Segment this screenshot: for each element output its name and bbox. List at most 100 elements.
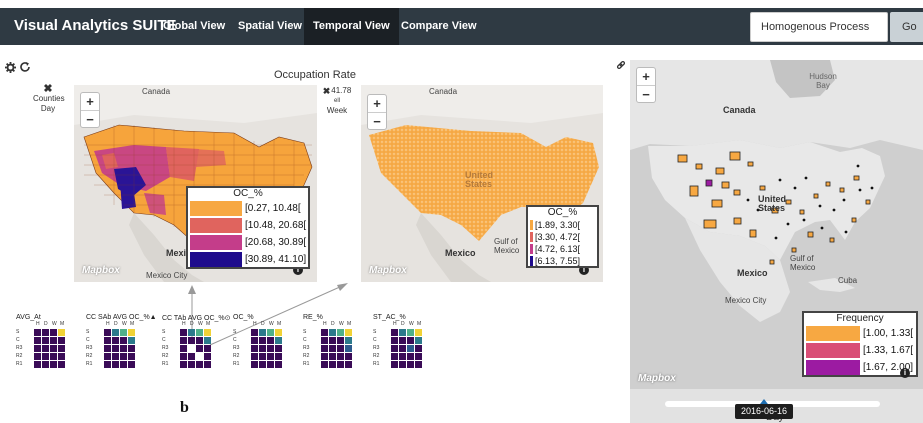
small-multiple-cell — [399, 337, 406, 344]
small-multiple-col-label: W — [198, 321, 203, 327]
small-multiple-col-label: H — [106, 321, 110, 327]
small-multiple-cell — [321, 361, 328, 368]
small-multiple-cell — [415, 353, 422, 360]
small-multiple-cell — [42, 361, 49, 368]
small-multiple-row-label: C — [373, 337, 377, 343]
small-multiple-col-label: D — [190, 321, 194, 327]
small-multiple-row-label: R3 — [16, 345, 23, 351]
zoom-in-button[interactable]: + — [637, 68, 655, 85]
small-multiple-cell — [34, 329, 41, 336]
small-multiple-cell — [267, 353, 274, 360]
small-multiple-cell — [259, 337, 266, 344]
small-multiple-col-label: D — [44, 321, 48, 327]
small-multiple-cell — [42, 329, 49, 336]
small-multiple-row-label: R2 — [303, 353, 310, 359]
small-multiple-cell — [415, 361, 422, 368]
small-multiple-row-label: C — [16, 337, 20, 343]
small-multiple-col-label: W — [269, 321, 274, 327]
small-multiple-cell — [128, 329, 135, 336]
small-multiple-cell — [128, 337, 135, 344]
small-multiple-cell — [180, 353, 187, 360]
small-multiple-row-label: S — [16, 329, 20, 335]
small-multiple-cell — [204, 353, 211, 360]
small-multiple-cell — [251, 329, 258, 336]
small-multiple-row-label: S — [162, 329, 166, 335]
small-multiple-col-label: W — [52, 321, 57, 327]
small-multiple-cell — [275, 345, 282, 352]
small-multiple-cell — [407, 337, 414, 344]
legend-title: Frequency — [836, 313, 884, 324]
small-multiple-label: CC SAb AVG OC_%▲ — [86, 314, 157, 321]
legend-item: [1.00, 1.33[ — [804, 325, 916, 342]
small-multiple-cell — [104, 353, 111, 360]
small-multiple-row-label: R2 — [233, 353, 240, 359]
small-multiple-cell — [345, 337, 352, 344]
legend-item: [1.33, 1.67[ — [804, 342, 916, 359]
small-multiple-row-label: R3 — [233, 345, 240, 351]
small-multiple-cell — [407, 353, 414, 360]
small-multiple-row-label: R1 — [162, 361, 169, 367]
small-multiple-cell — [128, 361, 135, 368]
small-multiple-row-label: C — [303, 337, 307, 343]
small-multiple-cell — [267, 361, 274, 368]
small-multiple-col-label: M — [130, 321, 135, 327]
small-multiple-cell — [259, 361, 266, 368]
small-multiple-cell — [337, 345, 344, 352]
small-multiple-label: RE_% — [303, 314, 323, 321]
small-multiple-col-label: W — [339, 321, 344, 327]
small-multiple-label: CC TAb AVG OC_%⊙ — [162, 315, 231, 322]
small-multiple-cell — [391, 353, 398, 360]
small-multiple-cell — [180, 329, 187, 336]
small-multiple-cell — [58, 361, 65, 368]
mapbox-logo: Mapbox — [638, 373, 676, 384]
small-multiple-row-label: R2 — [86, 353, 93, 359]
small-multiple-col-label: H — [393, 321, 397, 327]
small-multiple-cell — [407, 361, 414, 368]
small-multiple-col-label: H — [253, 321, 257, 327]
small-multiple-cell — [188, 353, 195, 360]
small-multiple-cell — [104, 345, 111, 352]
small-multiple-cell — [42, 345, 49, 352]
small-multiple-cell — [58, 329, 65, 336]
small-multiple-cell — [196, 329, 203, 336]
legend-swatch — [806, 360, 860, 375]
zoom-control: + − — [636, 67, 656, 103]
small-multiple-cell — [259, 329, 266, 336]
small-multiple-cell — [391, 337, 398, 344]
small-multiple-cell — [275, 329, 282, 336]
timeline-date-tooltip: 2016-06-16 — [735, 404, 793, 419]
small-multiple-cell — [34, 361, 41, 368]
small-multiple-cell — [120, 361, 127, 368]
small-multiple-cell — [329, 337, 336, 344]
small-multiple-col-label: H — [182, 321, 186, 327]
small-multiple-row-label: S — [233, 329, 237, 335]
small-multiple-cell — [399, 361, 406, 368]
small-multiple-row-label: S — [373, 329, 377, 335]
small-multiple-cell — [188, 361, 195, 368]
small-multiple-cell — [50, 329, 57, 336]
small-multiple-cell — [275, 361, 282, 368]
small-multiple-cell — [42, 353, 49, 360]
small-multiple-cell — [34, 337, 41, 344]
small-multiple-cell — [329, 345, 336, 352]
small-multiple-cell — [204, 329, 211, 336]
info-icon[interactable]: i — [900, 368, 910, 378]
small-multiple-cell — [251, 353, 258, 360]
annotation-b: b — [180, 399, 189, 416]
small-multiple-cell — [407, 329, 414, 336]
place-label-mexico: Mexico — [737, 268, 768, 278]
small-multiple-cell — [58, 353, 65, 360]
small-multiple-row-label: C — [86, 337, 90, 343]
small-multiple-row-label: R3 — [162, 345, 169, 351]
place-label-hudson-bay: Hudson Bay — [809, 72, 837, 90]
small-multiple-col-label: D — [114, 321, 118, 327]
place-label-canada: Canada — [723, 105, 756, 115]
small-multiple-cell — [112, 329, 119, 336]
small-multiple-cell — [204, 361, 211, 368]
small-multiple-cell — [204, 345, 211, 352]
zoom-out-button[interactable]: − — [637, 85, 655, 102]
small-multiple-row-label: C — [162, 337, 166, 343]
frequency-legend: Frequency [1.00, 1.33[ [1.33, 1.67[ [1.6… — [802, 311, 918, 377]
small-multiple-col-label: W — [122, 321, 127, 327]
small-multiple-cell — [337, 337, 344, 344]
